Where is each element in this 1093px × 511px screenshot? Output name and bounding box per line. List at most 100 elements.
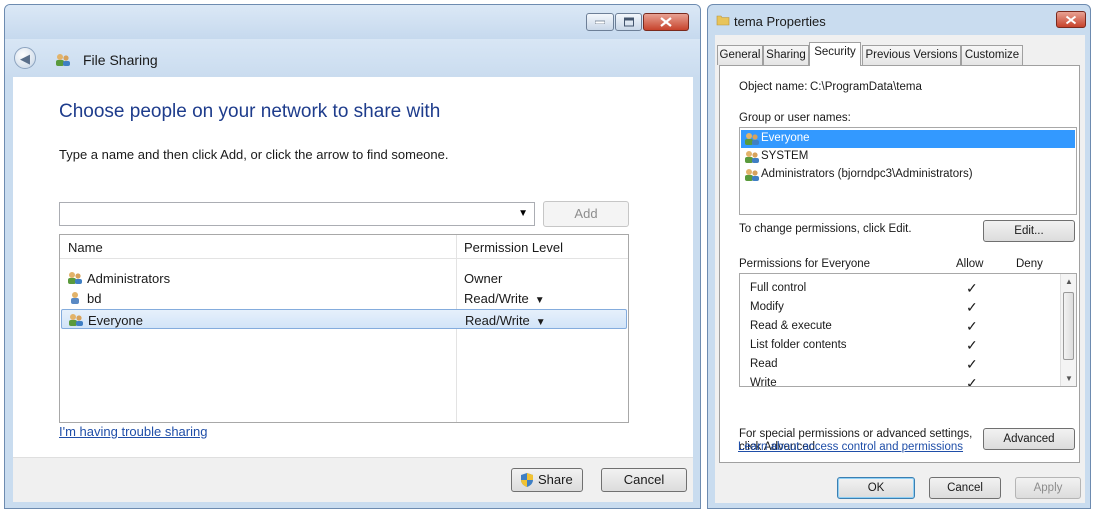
list-item[interactable]: bd Read/Write ▼ bbox=[61, 288, 627, 308]
special-permissions-text: For special permissions or advanced sett… bbox=[739, 428, 973, 440]
permission-name: Read bbox=[750, 358, 778, 370]
ok-button[interactable]: OK bbox=[837, 477, 915, 499]
permission-name: List folder contents bbox=[750, 339, 847, 351]
people-list: Name Permission Level Administrators Own… bbox=[59, 234, 629, 423]
close-button[interactable] bbox=[643, 13, 689, 31]
title-bar bbox=[5, 5, 700, 39]
close-icon bbox=[1065, 15, 1077, 24]
security-panel: Object name: C:\ProgramData\tema Group o… bbox=[719, 65, 1080, 463]
person-name: bd bbox=[87, 291, 102, 306]
tab-security[interactable]: Security bbox=[809, 42, 861, 66]
shield-icon bbox=[521, 473, 533, 487]
navigation-bar: ◀ File Sharing bbox=[5, 39, 700, 77]
user-name: Everyone bbox=[761, 132, 810, 144]
person-name: Administrators bbox=[87, 271, 171, 286]
permission-name: Write bbox=[750, 377, 777, 387]
group-icon bbox=[744, 150, 760, 167]
add-button[interactable]: Add bbox=[543, 201, 629, 227]
name-input[interactable] bbox=[63, 204, 503, 224]
permission-row: Write ✓ bbox=[750, 375, 1050, 387]
scroll-thumb[interactable] bbox=[1063, 292, 1074, 360]
permission-row: Full control ✓ bbox=[750, 280, 1050, 299]
permission-name: Full control bbox=[750, 282, 807, 294]
list-item[interactable]: Administrators Owner bbox=[61, 268, 627, 288]
permission-level-dropdown[interactable]: Read/Write ▼ bbox=[465, 313, 546, 328]
permission-name: Read & execute bbox=[750, 320, 832, 332]
properties-window: tema Properties General Sharing Security… bbox=[707, 4, 1091, 509]
allow-check-icon: ✓ bbox=[966, 375, 978, 387]
advanced-button[interactable]: Advanced bbox=[983, 428, 1075, 450]
tab-general[interactable]: General bbox=[717, 45, 763, 65]
person-name: Everyone bbox=[88, 313, 143, 328]
allow-check-icon: ✓ bbox=[966, 299, 978, 315]
sharing-content: Choose people on your network to share w… bbox=[13, 77, 693, 457]
list-item[interactable]: Everyone bbox=[741, 130, 1075, 148]
back-arrow-icon: ◀ bbox=[20, 51, 30, 66]
window-title: tema Properties bbox=[734, 14, 826, 29]
cancel-button[interactable]: Cancel bbox=[601, 468, 687, 492]
permission-level: Owner bbox=[464, 271, 503, 286]
permission-level: Read/Write bbox=[465, 313, 530, 328]
list-item[interactable]: Administrators (bjorndpc3\Administrators… bbox=[741, 166, 1075, 184]
group-icon bbox=[68, 313, 84, 330]
group-icon bbox=[744, 132, 760, 149]
close-button[interactable] bbox=[1056, 11, 1086, 28]
permissions-list: Full control ✓ Modify ✓ Read & execute ✓… bbox=[739, 273, 1077, 387]
scroll-down-icon[interactable]: ▼ bbox=[1065, 374, 1073, 383]
scroll-up-icon[interactable]: ▲ bbox=[1065, 277, 1073, 286]
folder-icon bbox=[716, 13, 730, 32]
group-label: Group or user names: bbox=[739, 112, 851, 124]
cancel-button[interactable]: Cancel bbox=[929, 477, 1001, 499]
share-button[interactable]: Share bbox=[511, 468, 583, 492]
back-button[interactable]: ◀ bbox=[14, 47, 36, 69]
share-label: Share bbox=[538, 472, 573, 487]
page-heading: Choose people on your network to share w… bbox=[59, 101, 441, 122]
permission-row: Read ✓ bbox=[750, 356, 1050, 375]
permission-name: Modify bbox=[750, 301, 784, 313]
apply-button[interactable]: Apply bbox=[1015, 477, 1081, 499]
column-header-permission[interactable]: Permission Level bbox=[464, 240, 563, 255]
vertical-scrollbar[interactable]: ▲ ▼ bbox=[1060, 274, 1076, 386]
allow-check-icon: ✓ bbox=[966, 337, 978, 353]
user-name: Administrators (bjorndpc3\Administrators… bbox=[761, 168, 973, 180]
change-permissions-text: To change permissions, click Edit. bbox=[739, 223, 912, 235]
instruction-text: Type a name and then click Add, or click… bbox=[59, 147, 449, 162]
list-header: Name Permission Level bbox=[60, 235, 628, 259]
allow-check-icon: ✓ bbox=[966, 318, 978, 334]
user-icon bbox=[67, 291, 83, 308]
dialog-footer: Share Cancel bbox=[13, 457, 693, 502]
group-icon bbox=[744, 168, 760, 185]
group-icon bbox=[67, 271, 83, 288]
deny-header: Deny bbox=[1016, 258, 1043, 270]
dropdown-arrow-icon[interactable]: ▼ bbox=[518, 208, 528, 219]
permission-level-dropdown[interactable]: Read/Write ▼ bbox=[464, 291, 545, 306]
permission-row: Read & execute ✓ bbox=[750, 318, 1050, 337]
column-header-name[interactable]: Name bbox=[68, 240, 103, 255]
dropdown-arrow-icon: ▼ bbox=[534, 295, 545, 306]
permissions-header: Permissions for Everyone bbox=[739, 258, 871, 270]
tab-previous-versions[interactable]: Previous Versions bbox=[862, 45, 961, 65]
name-combobox[interactable]: ▼ bbox=[59, 202, 535, 226]
trouble-sharing-link[interactable]: I'm having trouble sharing bbox=[59, 424, 207, 439]
tab-customize[interactable]: Customize bbox=[961, 45, 1023, 65]
dialog-body: General Sharing Security Previous Versio… bbox=[715, 35, 1085, 503]
maximize-button[interactable] bbox=[615, 13, 642, 31]
allow-check-icon: ✓ bbox=[966, 280, 978, 296]
list-item[interactable]: Everyone Read/Write ▼ bbox=[61, 309, 627, 329]
file-sharing-window: ◀ File Sharing Choose people on your net… bbox=[4, 4, 701, 509]
window-title: File Sharing bbox=[83, 52, 158, 68]
maximize-icon bbox=[623, 17, 634, 27]
edit-button[interactable]: Edit... bbox=[983, 220, 1075, 242]
learn-access-control-link[interactable]: Learn about access control and permissio… bbox=[738, 441, 963, 453]
dropdown-arrow-icon: ▼ bbox=[535, 317, 546, 328]
list-item[interactable]: SYSTEM bbox=[741, 148, 1075, 166]
user-name: SYSTEM bbox=[761, 150, 809, 162]
permission-row: List folder contents ✓ bbox=[750, 337, 1050, 356]
tab-sharing[interactable]: Sharing bbox=[763, 45, 809, 65]
object-name-value: C:\ProgramData\tema bbox=[810, 81, 922, 93]
object-name-label: Object name: bbox=[739, 81, 808, 93]
allow-check-icon: ✓ bbox=[966, 356, 978, 372]
user-list: Everyone SYSTEM Administrators (bjorndpc… bbox=[739, 127, 1077, 215]
close-icon bbox=[660, 17, 672, 27]
minimize-button[interactable] bbox=[586, 13, 614, 31]
